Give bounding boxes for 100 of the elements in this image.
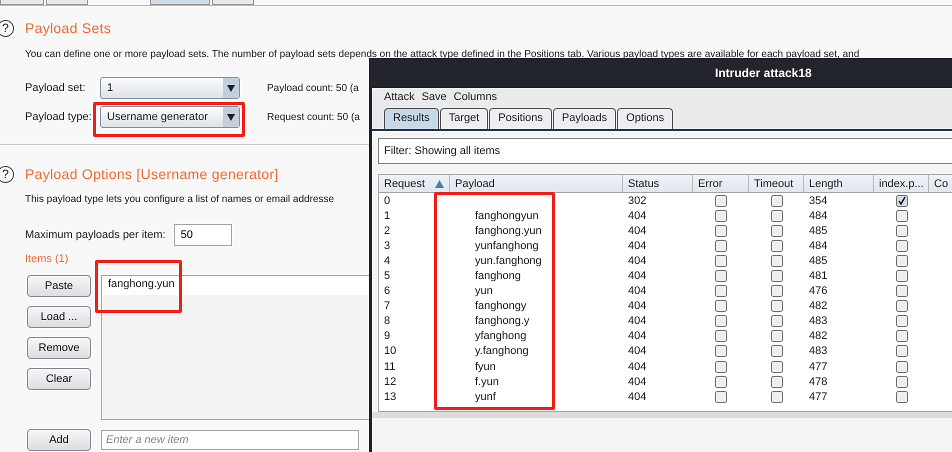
checkbox[interactable]	[896, 194, 908, 207]
tab[interactable]: Target	[440, 108, 488, 129]
checkbox[interactable]	[770, 240, 782, 252]
checkbox[interactable]	[896, 285, 908, 298]
checkbox[interactable]	[770, 390, 782, 403]
checkbox[interactable]	[896, 330, 908, 342]
add-button[interactable]: Add	[27, 429, 91, 451]
table-cell: yfanghong	[475, 330, 526, 342]
checkbox[interactable]	[770, 376, 782, 388]
menu-item[interactable]: Attack	[384, 90, 415, 102]
checkbox[interactable]	[715, 254, 727, 267]
checkbox[interactable]	[715, 224, 727, 237]
help-icon[interactable]: ?	[0, 20, 14, 36]
checkbox[interactable]	[715, 376, 727, 388]
table-cell-text: 404	[627, 254, 648, 267]
checkbox[interactable]	[770, 360, 782, 373]
checkbox[interactable]	[770, 285, 782, 298]
checkbox[interactable]	[715, 285, 727, 298]
checkbox[interactable]	[896, 390, 908, 403]
checkbox[interactable]	[715, 210, 727, 222]
checkbox[interactable]	[896, 224, 908, 237]
table-cell-text: 0	[383, 194, 392, 207]
help-icon[interactable]: ?	[0, 166, 14, 182]
checkbox[interactable]	[715, 270, 727, 282]
tab[interactable]: Payloads	[552, 108, 616, 129]
list-button[interactable]: Load ...	[27, 306, 91, 328]
column-header[interactable]: Length	[804, 175, 874, 192]
checkbox[interactable]	[715, 360, 727, 373]
checkbox[interactable]	[770, 315, 782, 328]
table-cell-text: 485	[808, 224, 828, 237]
checkbox[interactable]	[896, 254, 908, 267]
new-item-field[interactable]: Enter a new item	[101, 430, 359, 450]
checkbox[interactable]	[715, 240, 727, 252]
field-label: Payload type:	[25, 111, 93, 123]
table-cell: f.yun	[475, 376, 499, 388]
payload-count: Payload count: 50 (a	[267, 82, 359, 94]
checkbox[interactable]	[770, 254, 782, 267]
max-payloads-field[interactable]: 50	[174, 224, 232, 246]
checkbox[interactable]	[770, 300, 782, 312]
items-label: Items (1)	[25, 253, 68, 265]
checkbox[interactable]	[770, 330, 782, 342]
field-label: Maximum payloads per item:	[25, 229, 166, 241]
table-cell-text: 404	[627, 240, 648, 252]
tab[interactable]	[212, 0, 254, 5]
column-header[interactable]: Co	[929, 175, 952, 192]
column-header[interactable]: index.p...	[874, 175, 929, 192]
checkbox[interactable]	[896, 210, 908, 222]
table-cell-text: 404	[627, 376, 648, 388]
table-cell: fyun	[475, 360, 496, 373]
table-cell-text: 6	[383, 285, 392, 298]
table-cell-text: 11	[383, 360, 396, 373]
table-cell-text: 477	[808, 360, 828, 373]
table-cell-text: 10	[383, 345, 398, 358]
tab[interactable]: Options	[617, 108, 674, 129]
checkbox[interactable]	[770, 345, 782, 358]
column-header[interactable]: Timeout	[749, 175, 804, 192]
tab[interactable]	[0, 0, 44, 5]
checkbox[interactable]	[896, 270, 908, 282]
checkbox[interactable]	[896, 300, 908, 312]
checkbox[interactable]	[896, 315, 908, 328]
checkbox[interactable]	[770, 210, 782, 222]
checkbox[interactable]	[770, 224, 782, 237]
table-cell-text: 404	[627, 345, 648, 358]
tab[interactable]: Positions	[489, 108, 552, 129]
checkbox[interactable]	[896, 360, 908, 373]
table-cell: yunfanghong	[475, 240, 539, 252]
table-cell-text: 1	[383, 210, 392, 222]
list-button[interactable]: Remove	[27, 337, 91, 359]
checkbox[interactable]	[715, 315, 727, 328]
menu-item[interactable]: Columns	[454, 90, 498, 102]
payload-type-dropdown[interactable]: Username generator	[100, 106, 240, 128]
tab[interactable]: Results	[384, 108, 439, 129]
checkbox[interactable]	[896, 376, 908, 388]
column-header[interactable]: Request	[379, 175, 450, 192]
list-button[interactable]: Clear	[27, 368, 91, 390]
checkbox[interactable]	[715, 300, 727, 312]
table-cell-text: 13	[383, 390, 398, 403]
menu-item[interactable]: Save	[422, 90, 447, 102]
checkbox[interactable]	[715, 330, 727, 342]
table-cell-text: 8	[383, 315, 392, 328]
checkbox[interactable]	[770, 270, 782, 282]
field-label: Payload set:	[25, 82, 87, 94]
table-cell-text: 404	[627, 285, 648, 298]
checkbox[interactable]	[715, 194, 727, 207]
filter-bar[interactable]: Filter: Showing all items	[378, 138, 952, 164]
checkbox[interactable]	[770, 194, 782, 207]
column-header[interactable]: Error	[693, 175, 749, 192]
checkbox[interactable]	[896, 240, 908, 252]
list-button[interactable]: Paste	[27, 275, 91, 297]
list-item[interactable]: fanghong.yun	[102, 276, 370, 295]
column-header[interactable]: Status	[623, 175, 693, 192]
table-cell-text: 5	[383, 270, 392, 282]
payload-set-dropdown[interactable]: 1	[100, 77, 240, 99]
checkbox[interactable]	[715, 345, 727, 358]
checkbox[interactable]	[715, 390, 727, 403]
sort-ascending-icon	[435, 180, 444, 188]
dropdown-arrow-icon	[227, 114, 235, 120]
column-header[interactable]: Payload	[450, 175, 623, 192]
checkbox[interactable]	[896, 345, 908, 358]
tab[interactable]	[46, 0, 88, 5]
